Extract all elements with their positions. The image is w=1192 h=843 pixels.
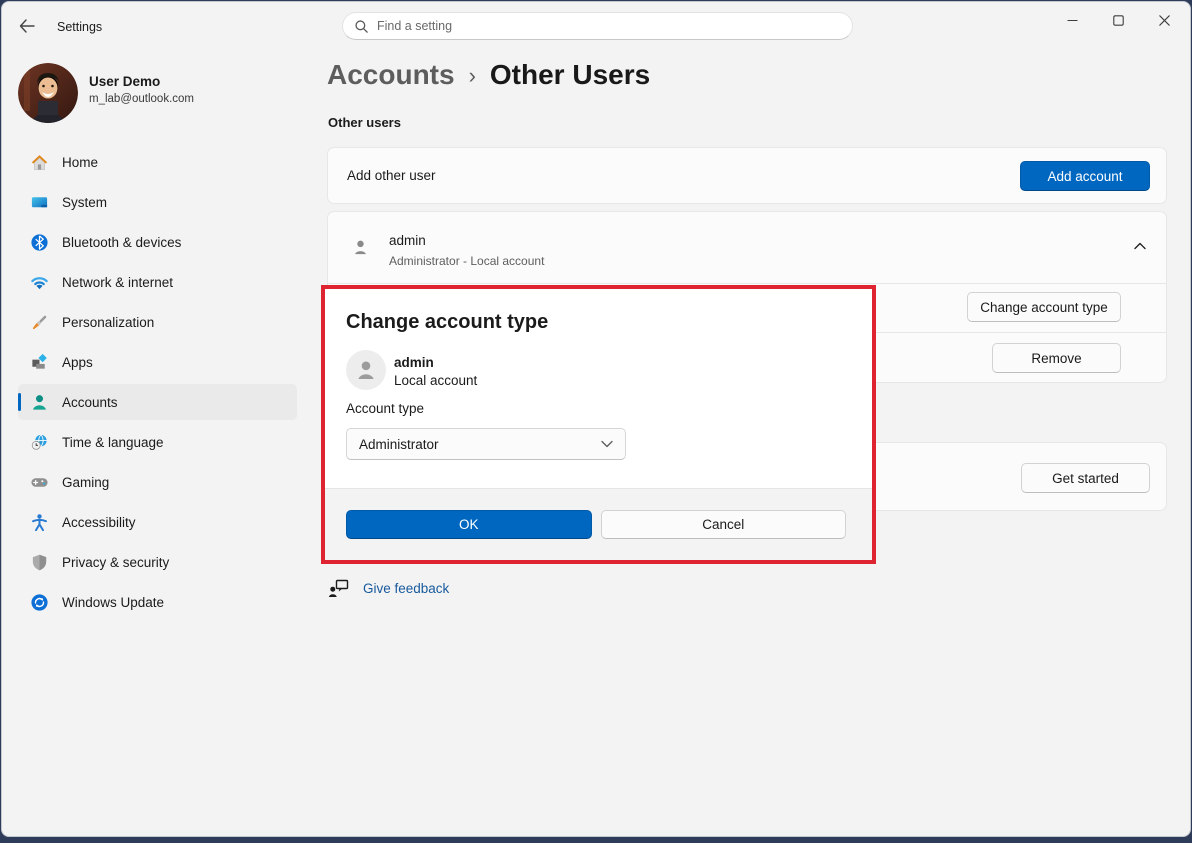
sidebar-item-label: Privacy & security [62, 555, 169, 570]
annotation-red-box: Change account type admin Local account … [321, 285, 876, 564]
accounts-icon [30, 393, 49, 412]
close-button[interactable] [1141, 1, 1187, 39]
sidebar-item-personalization[interactable]: Personalization [18, 304, 297, 340]
user-avatar[interactable] [18, 63, 78, 123]
get-started-button[interactable]: Get started [1021, 463, 1150, 493]
sidebar-nav: Home System Bluetooth & devices Network … [18, 144, 297, 624]
sidebar-item-time-language[interactable]: Time & language [18, 424, 297, 460]
dialog-footer: OK Cancel [325, 488, 872, 560]
remove-button[interactable]: Remove [992, 343, 1121, 373]
back-button[interactable] [15, 14, 39, 38]
add-other-user-card: Add other user Add account [327, 147, 1167, 204]
add-account-button[interactable]: Add account [1020, 161, 1150, 191]
windows-update-icon [30, 593, 49, 612]
network-icon [30, 273, 49, 292]
account-type-select[interactable]: Administrator [346, 428, 626, 460]
cancel-button[interactable]: Cancel [601, 510, 847, 539]
add-other-user-label: Add other user [347, 168, 436, 183]
change-account-type-dialog: Change account type admin Local account … [325, 289, 872, 560]
give-feedback-label[interactable]: Give feedback [363, 581, 449, 596]
sidebar-item-label: Personalization [62, 315, 154, 330]
account-type-label: Account type [346, 401, 424, 416]
sidebar-item-windows-update[interactable]: Windows Update [18, 584, 297, 620]
section-label-other-users: Other users [328, 115, 401, 130]
home-icon [30, 153, 49, 172]
sidebar-item-label: Accessibility [62, 515, 136, 530]
dialog-title: Change account type [346, 311, 548, 334]
feedback-icon [328, 578, 350, 598]
accessibility-icon [30, 513, 49, 532]
minimize-icon [1067, 15, 1078, 26]
app-title: Settings [57, 20, 102, 34]
change-account-type-button[interactable]: Change account type [967, 292, 1121, 322]
sidebar-item-gaming[interactable]: Gaming [18, 464, 297, 500]
page-title: Other Users [490, 59, 650, 91]
sidebar-item-label: Home [62, 155, 98, 170]
admin-account-header[interactable]: admin Administrator - Local account [328, 212, 1166, 283]
account-type-selected-value: Administrator [359, 437, 601, 452]
sidebar-item-label: Bluetooth & devices [62, 235, 181, 250]
sidebar-item-label: Accounts [62, 395, 118, 410]
user-avatar-image [18, 63, 78, 123]
admin-row-description: Administrator - Local account [389, 254, 544, 268]
sidebar-item-label: System [62, 195, 107, 210]
back-icon [19, 19, 35, 33]
sidebar-item-network[interactable]: Network & internet [18, 264, 297, 300]
dialog-user-name: admin [394, 355, 434, 370]
breadcrumb-accounts[interactable]: Accounts [327, 59, 455, 91]
sidebar-item-home[interactable]: Home [18, 144, 297, 180]
chevron-down-icon [601, 440, 613, 448]
personalization-icon [30, 313, 49, 332]
apps-icon [30, 353, 49, 372]
minimize-button[interactable] [1049, 1, 1095, 39]
breadcrumb-chevron-icon: › [469, 61, 476, 89]
user-name: User Demo [89, 74, 160, 89]
sidebar-item-privacy-security[interactable]: Privacy & security [18, 544, 297, 580]
search-input[interactable] [377, 19, 852, 33]
sidebar-item-accounts[interactable]: Accounts [18, 384, 297, 420]
settings-window: Settings [1, 1, 1191, 837]
time-language-icon [30, 433, 49, 452]
search-box[interactable] [342, 12, 853, 40]
privacy-icon [30, 553, 49, 572]
dialog-avatar [346, 350, 386, 390]
breadcrumb: Accounts › Other Users [327, 59, 650, 91]
system-icon [30, 193, 49, 212]
person-icon [354, 358, 378, 382]
sidebar-item-bluetooth[interactable]: Bluetooth & devices [18, 224, 297, 260]
maximize-button[interactable] [1095, 1, 1141, 39]
sidebar-item-accessibility[interactable]: Accessibility [18, 504, 297, 540]
dialog-user-type: Local account [394, 373, 477, 388]
admin-row-name: admin [389, 233, 426, 248]
sidebar-item-label: Network & internet [62, 275, 173, 290]
ok-button[interactable]: OK [346, 510, 592, 539]
sidebar-item-system[interactable]: System [18, 184, 297, 220]
maximize-icon [1113, 15, 1124, 26]
chevron-up-icon [1134, 242, 1146, 250]
sidebar-item-label: Apps [62, 355, 93, 370]
user-email: m_lab@outlook.com [89, 93, 194, 105]
sidebar-item-label: Time & language [62, 435, 164, 450]
sidebar-item-apps[interactable]: Apps [18, 344, 297, 380]
person-icon [351, 238, 370, 257]
give-feedback[interactable]: Give feedback [328, 578, 449, 598]
close-icon [1159, 15, 1170, 26]
sidebar-item-label: Windows Update [62, 595, 164, 610]
sidebar-item-label: Gaming [62, 475, 109, 490]
gaming-icon [30, 473, 49, 492]
search-icon [354, 19, 369, 34]
bluetooth-icon [30, 233, 49, 252]
